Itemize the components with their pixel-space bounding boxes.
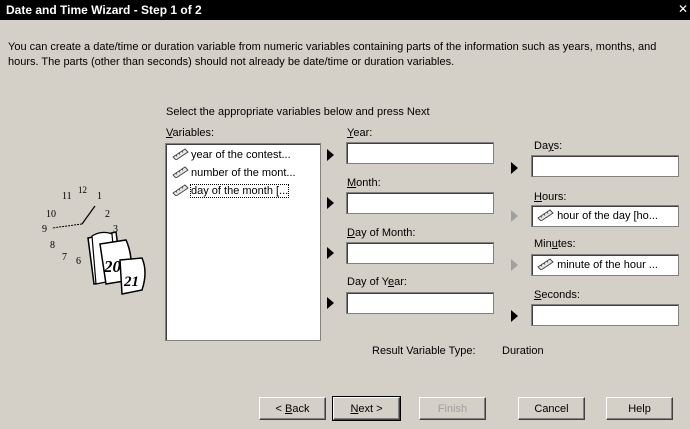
seconds-label: Seconds: <box>534 289 580 301</box>
clock-number: 2 <box>105 209 110 220</box>
clock-number: 11 <box>62 191 72 202</box>
move-to-minutes-button[interactable] <box>511 259 518 271</box>
hours-label: Hours: <box>534 191 567 203</box>
calendar-number: 20 <box>103 257 122 276</box>
clock-hand <box>81 205 96 225</box>
close-button[interactable]: ✕ <box>678 2 690 18</box>
back-button[interactable]: < Back <box>259 397 326 420</box>
ruler-icon <box>537 258 554 270</box>
next-button[interactable]: Next > <box>332 396 401 421</box>
ruler-icon <box>537 209 554 221</box>
ruler-icon <box>172 148 189 160</box>
clock-number: 6 <box>76 256 81 267</box>
result-type-label: Result Variable Type: <box>372 345 476 357</box>
day-of-year-label: Day of Year: <box>347 276 407 288</box>
window-title: Date and Time Wizard - Step 1 of 2 <box>6 3 202 17</box>
day-of-month-field[interactable] <box>346 242 494 264</box>
result-type-value: Duration <box>502 345 544 357</box>
move-to-seconds-button[interactable] <box>511 310 518 322</box>
variables-listbox[interactable]: year of the contest... number of the mon… <box>165 143 321 341</box>
clock-number: 1 <box>97 191 102 202</box>
wizard-description: You can create a date/time or duration v… <box>8 41 657 68</box>
move-to-month-button[interactable] <box>327 197 334 209</box>
title-bar[interactable]: Date and Time Wizard - Step 1 of 2 ✕ <box>0 0 690 20</box>
month-field[interactable] <box>346 192 494 214</box>
clock-number: 9 <box>42 224 47 235</box>
clock-number: 12 <box>78 186 87 195</box>
variables-label: Variables: <box>166 127 215 139</box>
move-to-year-button[interactable] <box>327 149 334 161</box>
list-item[interactable]: number of the mont... <box>172 165 296 181</box>
year-field[interactable] <box>346 142 494 164</box>
clock-number: 7 <box>62 252 67 263</box>
days-label: Days: <box>534 140 563 152</box>
minutes-label: Minutes: <box>534 238 576 250</box>
year-label: Year: <box>347 127 373 139</box>
days-field[interactable] <box>531 155 679 177</box>
move-to-day-of-year-button[interactable] <box>327 297 334 309</box>
ruler-icon <box>172 184 189 196</box>
hours-field[interactable]: hour of the day [ho... <box>531 205 679 227</box>
cancel-button[interactable]: Cancel <box>518 397 585 420</box>
day-of-year-field[interactable] <box>346 292 494 314</box>
clock-number: 10 <box>46 209 56 220</box>
minutes-field[interactable]: minute of the hour ... <box>531 254 679 276</box>
ruler-icon <box>172 166 189 178</box>
list-item[interactable]: day of the month [... <box>172 183 290 199</box>
calendar-number: 21 <box>123 274 139 290</box>
clock-number: 8 <box>50 240 55 251</box>
move-to-day-of-month-button[interactable] <box>327 247 334 259</box>
list-item[interactable]: year of the contest... <box>172 147 291 163</box>
move-to-days-button[interactable] <box>511 162 518 174</box>
help-button[interactable]: Help <box>606 397 673 420</box>
clock-hand <box>51 223 83 229</box>
day-of-month-label: Day of Month: <box>347 227 416 239</box>
clock-calendar-illustration: 11 12 1 10 2 9 3 8 7 6 20 21 <box>42 186 146 295</box>
move-to-hours-button[interactable] <box>511 210 518 222</box>
finish-button[interactable]: Finish <box>419 397 486 420</box>
wizard-instruction: Select the appropriate variables below a… <box>166 106 430 118</box>
seconds-field[interactable] <box>531 304 679 326</box>
month-label: Month: <box>347 177 381 189</box>
